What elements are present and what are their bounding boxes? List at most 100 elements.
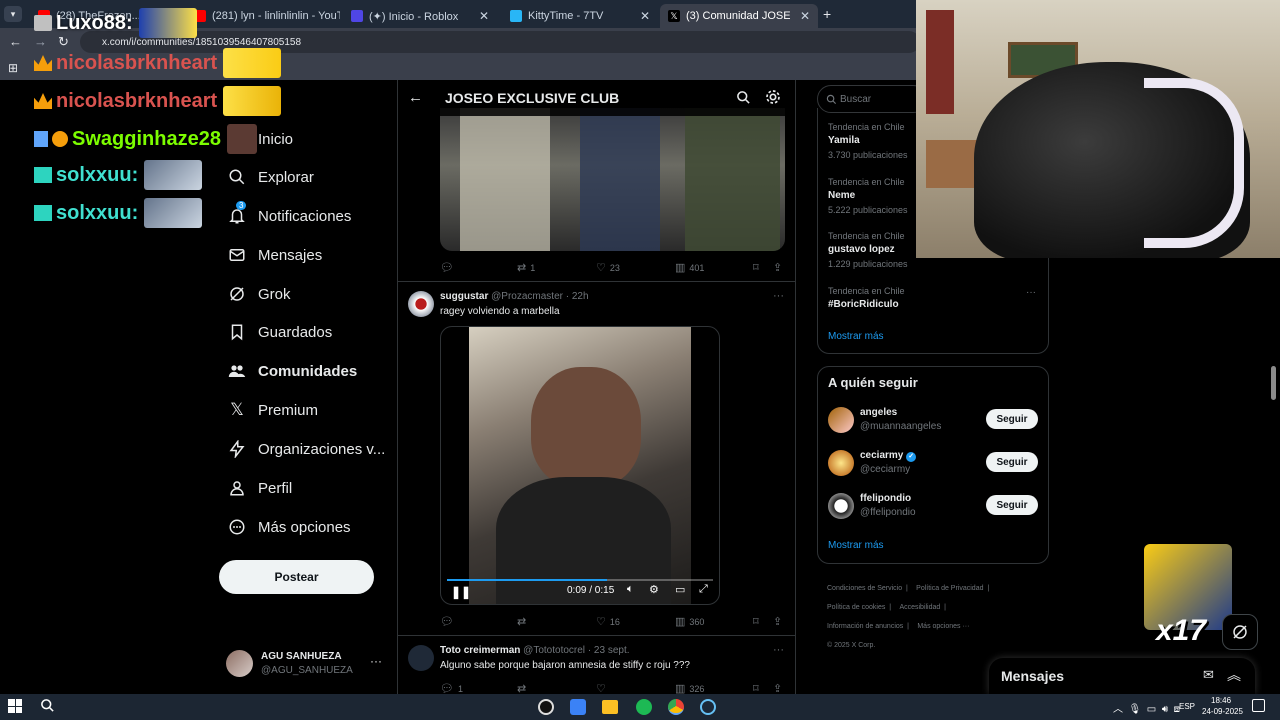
search-icon[interactable] — [736, 90, 751, 110]
settings-icon[interactable]: ⚙︎ — [649, 583, 659, 596]
sidebar-item-mensajes[interactable]: Mensajes — [228, 240, 322, 270]
footer-link[interactable]: Información de anuncios — [827, 623, 903, 630]
tab-x-community[interactable]: 𝕏 (3) Comunidad JOSEO EXCL... ✕ — [660, 4, 818, 28]
trend-item[interactable]: Tendencia en Chile Yamila 3.730 publicac… — [828, 122, 908, 160]
messages-drawer[interactable]: Mensajes ✉ ︽ — [989, 658, 1255, 694]
chat-username: Swagginhaze28 — [72, 127, 221, 150]
taskbar-app-obs-icon[interactable] — [538, 699, 554, 715]
new-tab-button[interactable]: + — [823, 6, 831, 22]
close-tab-icon[interactable]: ✕ — [634, 9, 650, 23]
verified-icon: ✓ — [906, 452, 917, 462]
notification-center-icon[interactable] — [1252, 699, 1265, 712]
close-tab-icon[interactable]: ✕ — [794, 9, 810, 23]
post-button[interactable]: Postear — [219, 560, 374, 594]
like-button[interactable]: ♡ 23 — [596, 261, 620, 274]
close-tab-icon[interactable]: ✕ — [473, 9, 489, 23]
more-icon[interactable]: ··· — [773, 644, 784, 656]
sidebar-item-organizaciones[interactable]: Organizaciones v... — [228, 434, 385, 464]
show-more-trends[interactable]: Mostrar más — [828, 331, 884, 342]
system-tray-icons[interactable]: ︿ 🎙︎ ▭ 🔊︎ ⧈ — [1113, 700, 1180, 715]
show-more-follow[interactable]: Mostrar más — [828, 540, 884, 551]
tab-search-button[interactable]: ▾ — [4, 6, 22, 22]
clock-time[interactable]: 18:46 — [1211, 696, 1231, 705]
follow-suggestion[interactable]: ceciarmy ✓ @ceciarmy Seguir — [828, 448, 1040, 478]
trend-item[interactable]: Tendencia en Chile #BoricRidiculo — [828, 286, 905, 310]
taskbar-app-explorer-icon[interactable] — [602, 700, 618, 714]
bookmark-button[interactable]: ⌑ — [753, 615, 763, 628]
sidebar-item-grok[interactable]: Grok — [228, 279, 291, 309]
trend-item[interactable]: Tendencia en Chile Neme 5.222 publicacio… — [828, 177, 908, 215]
bookmark-button[interactable]: ⌑ — [753, 261, 763, 274]
follow-button[interactable]: Seguir — [986, 452, 1038, 472]
search-icon[interactable] — [40, 698, 55, 718]
tab-roblox[interactable]: (✦) Inicio - Roblox ✕ — [343, 4, 497, 28]
apps-icon[interactable]: ⊞ — [8, 61, 18, 75]
account-switcher[interactable]: AGU SANHUEZA @AGU_SANHUEZA ··· — [226, 648, 384, 680]
taskbar-app-spotify-icon[interactable] — [636, 699, 652, 715]
account-handle: @AGU_SANHUEZA — [261, 665, 353, 676]
post-avatar[interactable] — [408, 645, 434, 671]
scrollbar-thumb[interactable] — [1271, 366, 1276, 400]
fullscreen-icon[interactable]: ⤢ — [699, 583, 708, 596]
more-icon[interactable]: ··· — [1026, 287, 1036, 298]
pip-icon[interactable]: ▭ — [675, 583, 685, 596]
taskbar-app-store-icon[interactable] — [570, 699, 586, 715]
follow-button[interactable]: Seguir — [986, 495, 1038, 515]
settings-icon[interactable] — [765, 89, 781, 110]
more-icon[interactable]: ··· — [773, 290, 784, 302]
volume-icon[interactable]: 🔈︎ — [627, 583, 634, 596]
taskbar-app-steam-icon[interactable] — [700, 699, 716, 715]
repost-icon: ⇄ — [517, 262, 527, 274]
grok-icon[interactable] — [1222, 614, 1258, 650]
share-button[interactable]: ⇪ — [773, 615, 786, 628]
language-indicator[interactable]: ESP — [1179, 702, 1195, 711]
repost-button[interactable]: ⇄ 1 — [517, 261, 535, 274]
taskbar-app-chrome-icon[interactable] — [668, 699, 684, 715]
post-handle[interactable]: @Totototocrel — [523, 645, 585, 656]
footer-link[interactable]: Condiciones de Servicio — [827, 585, 902, 592]
sidebar-item-premium[interactable]: 𝕏 Premium — [228, 395, 318, 425]
views-button[interactable]: ▥ 360 — [675, 615, 704, 628]
back-arrow-icon[interactable]: ← — [408, 89, 423, 106]
windows-start-icon[interactable] — [8, 699, 22, 713]
sidebar-item-mas-opciones[interactable]: Más opciones — [228, 512, 351, 542]
post-time[interactable]: · 23 sept. — [588, 645, 630, 656]
footer-link[interactable]: Accesibilidad — [899, 604, 940, 611]
follow-suggestion[interactable]: ffelipondio @ffelipondio Seguir — [828, 491, 1040, 521]
sidebar-item-perfil[interactable]: Perfil — [228, 473, 292, 503]
follow-button[interactable]: Seguir — [986, 409, 1038, 429]
trend-item[interactable]: Tendencia en Chile gustavo lopez 1.229 p… — [828, 231, 908, 269]
sidebar-item-guardados[interactable]: Guardados — [228, 317, 332, 347]
back-icon[interactable]: ← — [9, 34, 22, 49]
post-avatar[interactable] — [408, 291, 434, 317]
footer-link[interactable]: Política de Privacidad — [916, 585, 983, 592]
post-handle[interactable]: @Prozacmaster — [491, 291, 563, 302]
repost-button[interactable]: ⇄ — [517, 615, 530, 628]
sidebar-item-comunidades[interactable]: Comunidades — [228, 356, 357, 386]
reply-button[interactable]: 💬︎ — [440, 261, 458, 274]
tab-7tv[interactable]: KittyTime - 7TV ✕ — [502, 4, 658, 28]
post-author[interactable]: suggustar — [440, 291, 488, 302]
figure-shape — [685, 108, 780, 251]
footer-link[interactable]: Política de cookies — [827, 604, 885, 611]
tab-youtube-2[interactable]: (281) lyn - linlinlinlin - YouTube ✕ — [186, 4, 340, 28]
post-media-image[interactable] — [440, 108, 785, 251]
post-time[interactable]: · 22h — [566, 291, 589, 302]
video-player[interactable]: ❚❚ 0:09 / 0:15 🔈︎ ⚙︎ ▭ ⤢ — [440, 326, 720, 605]
sidebar-item-notificaciones[interactable]: 3 Notificaciones — [228, 201, 351, 231]
chevron-up-icon[interactable]: ︽ — [1227, 665, 1241, 685]
user-name: ceciarmy ✓ — [860, 450, 917, 462]
follow-suggestion[interactable]: angeles @muannaangeles Seguir — [828, 405, 1040, 435]
pause-icon[interactable]: ❚❚ — [451, 585, 471, 599]
post-author[interactable]: Toto creimerman — [440, 645, 520, 656]
views-button[interactable]: ▥ 401 — [675, 261, 704, 274]
sidebar-item-explorar[interactable]: Explorar — [228, 162, 314, 192]
share-button[interactable]: ⇪ — [773, 261, 786, 274]
reply-button[interactable]: 💬︎ — [440, 615, 458, 628]
like-button[interactable]: ♡ 16 — [596, 615, 620, 628]
new-message-icon[interactable]: ✉ — [1203, 667, 1214, 683]
video-progress-track[interactable] — [447, 579, 713, 581]
clock-date[interactable]: 24-09-2025 — [1202, 707, 1243, 716]
footer-link[interactable]: Más opciones ··· — [917, 623, 969, 630]
more-icon[interactable]: ··· — [370, 654, 382, 668]
